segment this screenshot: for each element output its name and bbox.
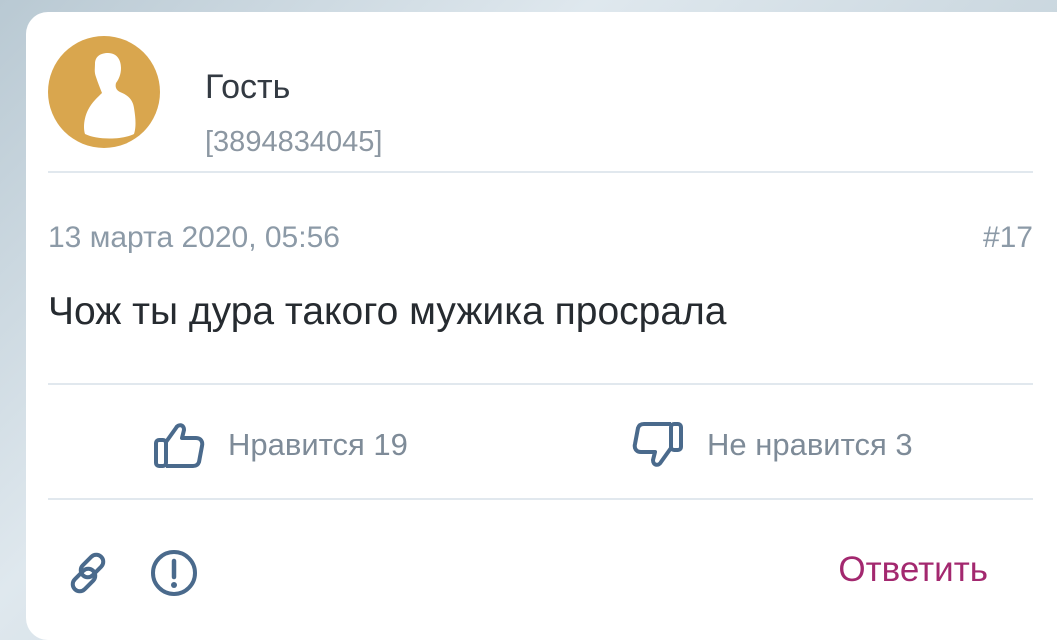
divider xyxy=(48,383,1033,385)
like-button[interactable]: Нравится 19 xyxy=(152,417,408,473)
copy-link-button[interactable] xyxy=(62,547,114,599)
author-name[interactable]: Гость xyxy=(205,68,290,107)
divider xyxy=(48,498,1033,500)
user-silhouette-icon xyxy=(84,53,136,139)
reply-button[interactable]: Ответить xyxy=(838,550,988,590)
dislike-button[interactable]: Не нравится 3 xyxy=(631,417,913,473)
author-id: [3894834045] xyxy=(205,126,383,158)
comment-card: Гость [3894834045] 13 марта 2020, 05:56 … xyxy=(26,12,1057,640)
like-label: Нравится 19 xyxy=(228,427,408,462)
avatar[interactable] xyxy=(48,36,160,148)
comment-date: 13 марта 2020, 05:56 xyxy=(48,221,340,254)
exclamation-circle-icon xyxy=(151,550,197,596)
dislike-label: Не нравится 3 xyxy=(707,427,913,462)
comment-text: Чож ты дура такого мужика просрала xyxy=(48,290,727,333)
divider xyxy=(48,171,1033,173)
thumbs-down-icon xyxy=(632,422,683,467)
thumbs-up-icon xyxy=(154,423,205,468)
report-button[interactable] xyxy=(148,547,200,599)
comment-number[interactable]: #17 xyxy=(983,221,1033,255)
link-icon xyxy=(70,552,106,594)
